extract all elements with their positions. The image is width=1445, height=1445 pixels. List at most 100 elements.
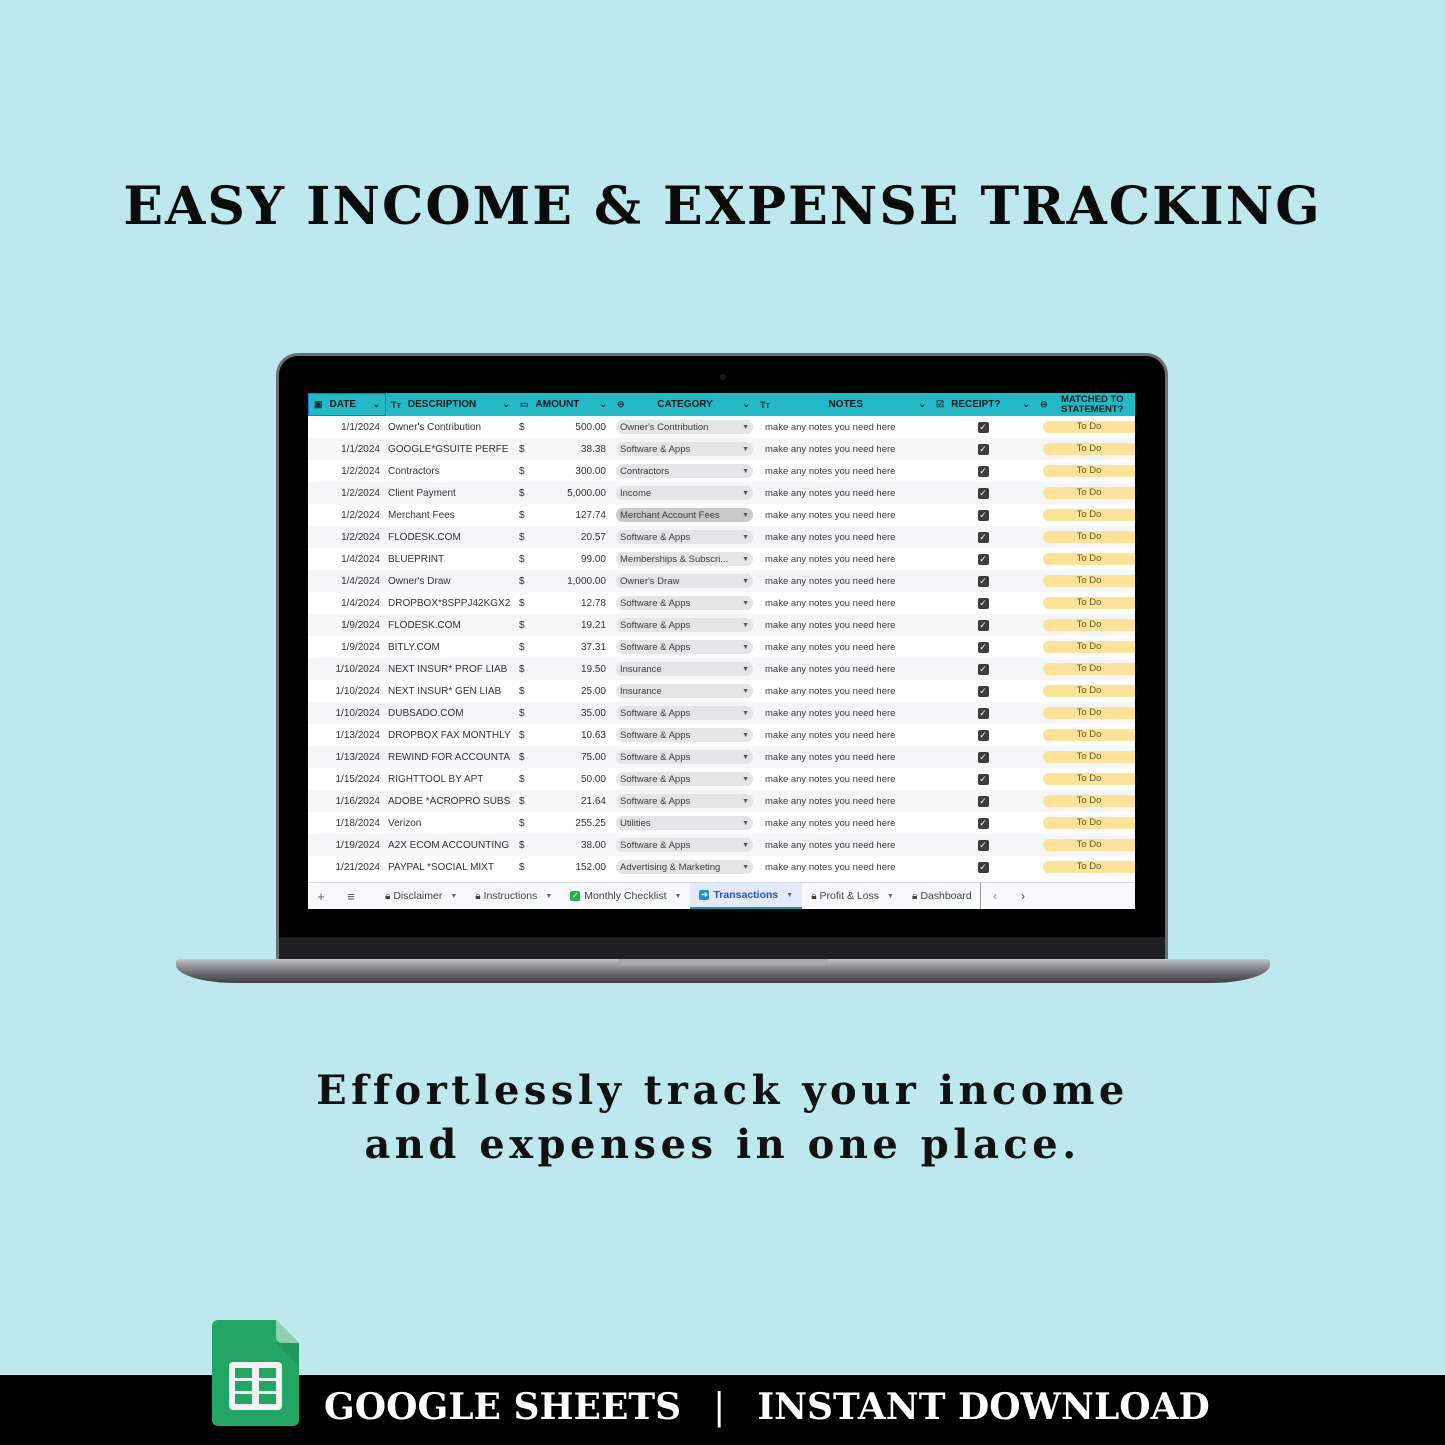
- date-cell[interactable]: 1/4/2024: [308, 598, 386, 609]
- receipt-checkbox[interactable]: ✓: [977, 817, 989, 829]
- description-cell[interactable]: GOOGLE*GSUITE PERFE: [386, 444, 515, 455]
- amount-cell[interactable]: $38.00: [515, 840, 612, 851]
- category-cell[interactable]: Memberships & Subscri... ▼: [612, 552, 755, 566]
- receipt-checkbox[interactable]: ✓: [977, 861, 989, 873]
- category-cell[interactable]: Owner's Draw ▼: [612, 574, 755, 588]
- status-chip[interactable]: To Do: [1043, 465, 1135, 477]
- table-row[interactable]: 1/1/2024 GOOGLE*GSUITE PERFE $38.38 Softwar…: [308, 438, 1135, 460]
- category-dropdown[interactable]: Owner's Draw ▼: [616, 574, 753, 588]
- category-cell[interactable]: Software & Apps ▼: [612, 706, 755, 720]
- description-cell[interactable]: NEXT INSUR* PROF LIAB: [386, 664, 515, 675]
- date-cell[interactable]: 1/2/2024: [308, 532, 386, 543]
- amount-cell[interactable]: $99.00: [515, 554, 612, 565]
- receipt-checkbox[interactable]: ✓: [977, 663, 989, 675]
- chevron-down-icon[interactable]: ⌄: [1022, 399, 1030, 410]
- category-dropdown[interactable]: Insurance ▼: [616, 684, 753, 698]
- amount-cell[interactable]: $5,000.00: [515, 488, 612, 499]
- description-cell[interactable]: ADOBE *ACROPRO SUBS: [386, 796, 515, 807]
- status-chip[interactable]: To Do: [1043, 795, 1135, 807]
- receipt-checkbox[interactable]: ✓: [977, 443, 989, 455]
- table-row[interactable]: 1/10/2024 NEXT INSUR* GEN LIAB $25.00 Insur…: [308, 680, 1135, 702]
- amount-cell[interactable]: $1,000.00: [515, 576, 612, 587]
- category-cell[interactable]: Insurance ▼: [612, 684, 755, 698]
- category-dropdown[interactable]: Owner's Contribution ▼: [616, 420, 753, 434]
- category-dropdown[interactable]: Software & Apps ▼: [616, 530, 753, 544]
- receipt-checkbox[interactable]: ✓: [977, 421, 989, 433]
- amount-cell[interactable]: $127.74: [515, 510, 612, 521]
- receipt-checkbox[interactable]: ✓: [977, 465, 989, 477]
- sheet-tab-instructions[interactable]: 🔒︎ Instructions ▼: [466, 883, 561, 909]
- status-chip[interactable]: To Do: [1043, 729, 1135, 741]
- notes-cell[interactable]: make any notes you need here: [755, 664, 931, 675]
- amount-cell[interactable]: $50.00: [515, 774, 612, 785]
- matched-cell[interactable]: To Do: [1035, 509, 1135, 521]
- receipt-checkbox[interactable]: ✓: [977, 597, 989, 609]
- amount-cell[interactable]: $75.00: [515, 752, 612, 763]
- matched-cell[interactable]: To Do: [1035, 443, 1135, 455]
- all-sheets-menu-button[interactable]: ≡: [340, 889, 362, 904]
- sheet-tab-transactions[interactable]: ➜ Transactions ▼: [690, 883, 803, 909]
- receipt-checkbox[interactable]: ✓: [977, 641, 989, 653]
- notes-cell[interactable]: make any notes you need here: [755, 796, 931, 807]
- table-row[interactable]: 1/9/2024 BITLY.COM $37.31 Software & Apps ▼ m…: [308, 636, 1135, 658]
- matched-cell[interactable]: To Do: [1035, 465, 1135, 477]
- notes-cell[interactable]: make any notes you need here: [755, 730, 931, 741]
- amount-cell[interactable]: $25.00: [515, 686, 612, 697]
- table-row[interactable]: 1/2/2024 Merchant Fees $127.74 Merchant Acc…: [308, 504, 1135, 526]
- receipt-checkbox[interactable]: ✓: [977, 619, 989, 631]
- receipt-checkbox[interactable]: ✓: [977, 751, 989, 763]
- table-row[interactable]: 1/15/2024 RIGHTTOOL BY APT $50.00 Software …: [308, 768, 1135, 790]
- description-cell[interactable]: Contractors: [386, 466, 515, 477]
- status-chip[interactable]: To Do: [1043, 509, 1135, 521]
- description-cell[interactable]: A2X ECOM ACCOUNTING: [386, 840, 515, 851]
- notes-cell[interactable]: make any notes you need here: [755, 444, 931, 455]
- category-dropdown[interactable]: Software & Apps ▼: [616, 728, 753, 742]
- amount-cell[interactable]: $300.00: [515, 466, 612, 477]
- notes-cell[interactable]: make any notes you need here: [755, 862, 931, 873]
- receipt-checkbox[interactable]: ✓: [977, 729, 989, 741]
- description-cell[interactable]: REWIND FOR ACCOUNTA: [386, 752, 515, 763]
- category-dropdown[interactable]: Memberships & Subscri... ▼: [616, 552, 753, 566]
- category-dropdown[interactable]: Insurance ▼: [616, 662, 753, 676]
- matched-cell[interactable]: To Do: [1035, 619, 1135, 631]
- date-cell[interactable]: 1/10/2024: [308, 664, 386, 675]
- notes-cell[interactable]: make any notes you need here: [755, 598, 931, 609]
- matched-cell[interactable]: To Do: [1035, 597, 1135, 609]
- table-row[interactable]: 1/10/2024 NEXT INSUR* PROF LIAB $19.50 Insu…: [308, 658, 1135, 680]
- date-cell[interactable]: 1/21/2024: [308, 862, 386, 873]
- date-cell[interactable]: 1/10/2024: [308, 708, 386, 719]
- date-cell[interactable]: 1/10/2024: [308, 686, 386, 697]
- date-cell[interactable]: 1/13/2024: [308, 730, 386, 741]
- category-dropdown[interactable]: Advertising & Marketing ▼: [616, 860, 753, 874]
- notes-cell[interactable]: make any notes you need here: [755, 532, 931, 543]
- matched-cell[interactable]: To Do: [1035, 553, 1135, 565]
- category-dropdown[interactable]: Software & Apps ▼: [616, 640, 753, 654]
- status-chip[interactable]: To Do: [1043, 487, 1135, 499]
- description-cell[interactable]: DUBSADO.COM: [386, 708, 515, 719]
- receipt-checkbox[interactable]: ✓: [977, 509, 989, 521]
- table-row[interactable]: 1/4/2024 BLUEPRINT $99.00 Memberships & Sub…: [308, 548, 1135, 570]
- description-cell[interactable]: FLODESK.COM: [386, 620, 515, 631]
- category-cell[interactable]: Software & Apps ▼: [612, 596, 755, 610]
- receipt-checkbox[interactable]: ✓: [977, 575, 989, 587]
- category-cell[interactable]: Owner's Contribution ▼: [612, 420, 755, 434]
- category-cell[interactable]: Advertising & Marketing ▼: [612, 860, 755, 874]
- status-chip[interactable]: To Do: [1043, 641, 1135, 653]
- matched-cell[interactable]: To Do: [1035, 839, 1135, 851]
- table-row[interactable]: 1/21/2024 PAYPAL *SOCIAL MIXT $152.00 Adver…: [308, 856, 1135, 878]
- matched-cell[interactable]: To Do: [1035, 575, 1135, 587]
- category-cell[interactable]: Software & Apps ▼: [612, 640, 755, 654]
- notes-cell[interactable]: make any notes you need here: [755, 686, 931, 697]
- column-header-receipt[interactable]: ☑ RECEIPT? ⌄: [931, 393, 1035, 416]
- receipt-checkbox[interactable]: ✓: [977, 839, 989, 851]
- table-row[interactable]: 1/16/2024 ADOBE *ACROPRO SUBS $21.64 Softwa…: [308, 790, 1135, 812]
- notes-cell[interactable]: make any notes you need here: [755, 774, 931, 785]
- notes-cell[interactable]: make any notes you need here: [755, 752, 931, 763]
- date-cell[interactable]: 1/1/2024: [308, 444, 386, 455]
- notes-cell[interactable]: make any notes you need here: [755, 510, 931, 521]
- receipt-checkbox[interactable]: ✓: [977, 487, 989, 499]
- scroll-tabs-right-button[interactable]: ›: [1009, 889, 1037, 903]
- sheet-tab-monthly-checklist[interactable]: ✓ Monthly Checklist ▼: [561, 883, 690, 909]
- category-dropdown[interactable]: Utilities ▼: [616, 816, 753, 830]
- tab-dropdown-icon[interactable]: ▼: [786, 892, 793, 899]
